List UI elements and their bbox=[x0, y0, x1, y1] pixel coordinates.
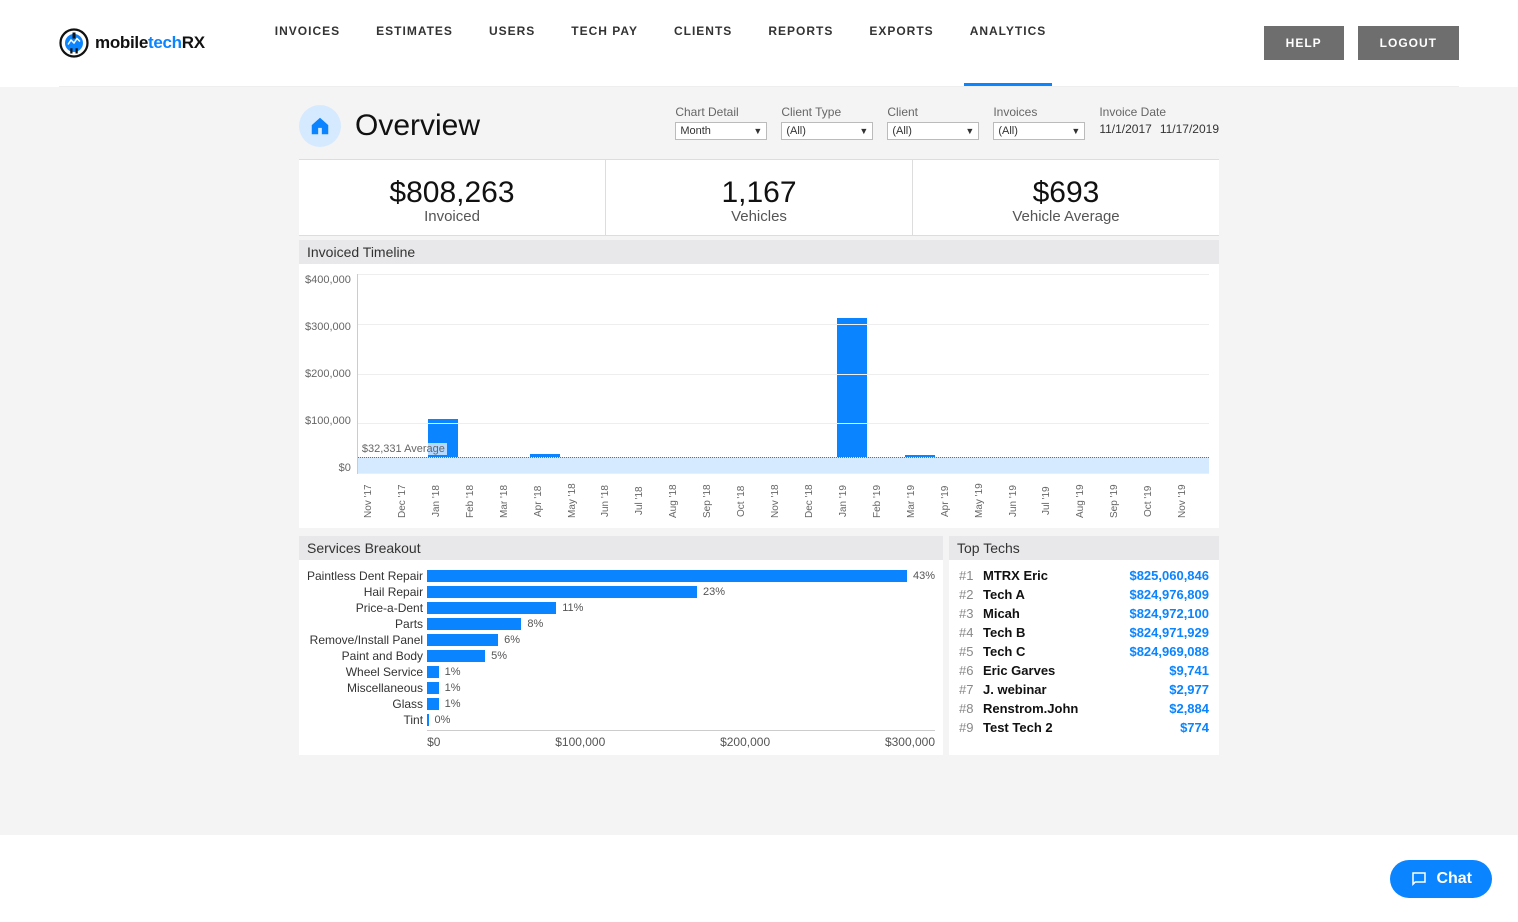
invoiced-timeline-chart[interactable]: $400,000$300,000$200,000$100,000$0 $32,3… bbox=[299, 264, 1219, 528]
home-icon bbox=[309, 115, 331, 137]
client-type-label: Client Type bbox=[781, 105, 873, 119]
nav-item-analytics[interactable]: ANALYTICS bbox=[970, 24, 1047, 66]
invoice-date-range[interactable]: 11/1/2017 11/17/2019 bbox=[1099, 122, 1219, 136]
chart-detail-label: Chart Detail bbox=[675, 105, 767, 119]
brand-logo-icon bbox=[59, 28, 89, 58]
invoices-filter-label: Invoices bbox=[993, 105, 1085, 119]
nav-item-reports[interactable]: REPORTS bbox=[768, 24, 833, 66]
brand-name: mobiletechRX bbox=[95, 33, 205, 53]
top-tech-row[interactable]: #6Eric Garves$9,741 bbox=[959, 661, 1209, 680]
service-bar[interactable]: 1% bbox=[427, 680, 935, 696]
chat-button[interactable]: Chat bbox=[1390, 860, 1492, 898]
client-select[interactable]: (All)▼ bbox=[887, 122, 979, 140]
service-bar[interactable]: 1% bbox=[427, 696, 935, 712]
stat-vehicles: 1,167 Vehicles bbox=[606, 160, 913, 235]
top-tech-row[interactable]: #9Test Tech 2$774 bbox=[959, 718, 1209, 737]
nav-item-invoices[interactable]: INVOICES bbox=[275, 24, 340, 66]
service-bar[interactable]: 23% bbox=[427, 584, 935, 600]
top-tech-row[interactable]: #5Tech C$824,969,088 bbox=[959, 642, 1209, 661]
chat-icon bbox=[1410, 870, 1428, 888]
service-bar[interactable]: 43% bbox=[427, 568, 935, 584]
nav-item-tech-pay[interactable]: TECH PAY bbox=[571, 24, 638, 66]
top-techs-list: #1MTRX Eric$825,060,846#2Tech A$824,976,… bbox=[949, 560, 1219, 743]
service-bar[interactable]: 8% bbox=[427, 616, 935, 632]
service-bar[interactable]: 11% bbox=[427, 600, 935, 616]
top-tech-row[interactable]: #3Micah$824,972,100 bbox=[959, 604, 1209, 623]
invoice-date-label: Invoice Date bbox=[1099, 105, 1219, 119]
stat-invoiced: $808,263 Invoiced bbox=[299, 160, 606, 235]
client-type-select[interactable]: (All)▼ bbox=[781, 122, 873, 140]
top-header: mobiletechRX INVOICES ESTIMATES USERS TECH … bbox=[59, 0, 1459, 87]
chart-detail-select[interactable]: Month▼ bbox=[675, 122, 767, 140]
stat-vehicle-average: $693 Vehicle Average bbox=[913, 160, 1219, 235]
home-icon-badge bbox=[299, 105, 341, 147]
service-bar[interactable]: 1% bbox=[427, 664, 935, 680]
client-label: Client bbox=[887, 105, 979, 119]
top-tech-row[interactable]: #7J. webinar$2,977 bbox=[959, 680, 1209, 699]
top-tech-row[interactable]: #1MTRX Eric$825,060,846 bbox=[959, 566, 1209, 585]
nav-item-estimates[interactable]: ESTIMATES bbox=[376, 24, 453, 66]
services-breakout-header: Services Breakout bbox=[299, 536, 943, 560]
service-bar[interactable]: 5% bbox=[427, 648, 935, 664]
top-tech-row[interactable]: #4Tech B$824,971,929 bbox=[959, 623, 1209, 642]
service-bar[interactable]: 0% bbox=[427, 712, 935, 728]
logout-button[interactable]: LOGOUT bbox=[1358, 26, 1459, 60]
top-techs-header: Top Techs bbox=[949, 536, 1219, 560]
nav-item-users[interactable]: USERS bbox=[489, 24, 535, 66]
main-nav: INVOICES ESTIMATES USERS TECH PAY CLIENTS REP… bbox=[275, 20, 1264, 66]
page-title: Overview bbox=[355, 109, 480, 143]
summary-stats: $808,263 Invoiced 1,167 Vehicles $693 Ve… bbox=[299, 159, 1219, 236]
top-tech-row[interactable]: #2Tech A$824,976,809 bbox=[959, 585, 1209, 604]
invoices-filter-select[interactable]: (All)▼ bbox=[993, 122, 1085, 140]
services-breakout-chart[interactable]: Paintless Dent RepairHail RepairPrice-a-… bbox=[299, 560, 943, 755]
help-button[interactable]: HELP bbox=[1264, 26, 1344, 60]
brand-logo[interactable]: mobiletechRX bbox=[59, 28, 205, 58]
nav-item-exports[interactable]: EXPORTS bbox=[869, 24, 933, 66]
top-tech-row[interactable]: #8Renstrom.John$2,884 bbox=[959, 699, 1209, 718]
invoiced-timeline-header: Invoiced Timeline bbox=[299, 240, 1219, 264]
service-bar[interactable]: 6% bbox=[427, 632, 935, 648]
nav-item-clients[interactable]: CLIENTS bbox=[674, 24, 732, 66]
timeline-bar[interactable] bbox=[837, 318, 867, 473]
